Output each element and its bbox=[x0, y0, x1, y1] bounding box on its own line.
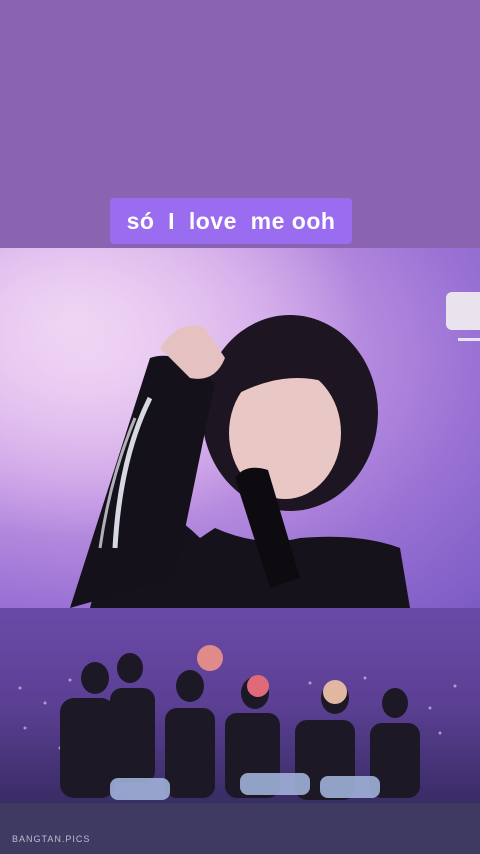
side-tab-icon[interactable] bbox=[446, 292, 480, 330]
lyric-caption: só I love me ooh bbox=[110, 198, 352, 244]
caption-area: só I love me ooh bbox=[0, 0, 480, 248]
group-photo bbox=[0, 608, 480, 854]
side-line bbox=[458, 338, 480, 341]
group-illustration bbox=[0, 645, 480, 854]
watermark-text: BANGTAN.PICS bbox=[12, 834, 91, 844]
singer-photo bbox=[0, 248, 480, 608]
singer-illustration bbox=[0, 248, 480, 608]
